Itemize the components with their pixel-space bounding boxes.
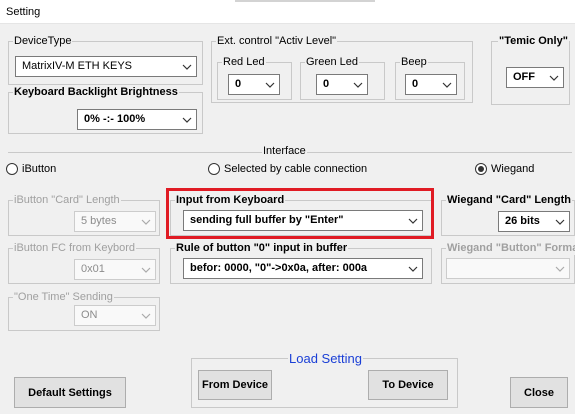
chevron-down-icon (140, 212, 152, 231)
close-button[interactable]: Close (510, 377, 568, 408)
rule-button0-value: befor: 0000, "0"->0x0a, after: 000a (190, 262, 368, 274)
load-setting-legend: Load Setting (288, 351, 364, 366)
backlight-group: Keyboard Backlight Brightness 0% -:- 100… (8, 86, 203, 134)
device-type-select[interactable]: MatrixIV-M ETH KEYS (15, 56, 197, 77)
chevron-down-icon (140, 260, 152, 279)
window-title: Setting (6, 6, 41, 18)
chevron-down-icon (554, 259, 566, 278)
ibutton-fc-select[interactable]: 0x01 (74, 259, 156, 280)
backlight-value: 0% -:- 100% (84, 113, 146, 125)
to-device-button[interactable]: To Device (368, 370, 448, 400)
green-led-select[interactable]: 0 (316, 74, 368, 95)
interface-wiegand-label: Wiegand (491, 163, 535, 175)
temic-group: "Temic Only" OFF (491, 35, 570, 105)
ibutton-fc-value: 0x01 (81, 263, 105, 275)
device-type-value: MatrixIV-M ETH KEYS (22, 60, 133, 72)
chevron-down-icon (441, 75, 453, 94)
wiegand-button-format-group: Wiegand "Button" Format (441, 242, 575, 284)
rule-button0-legend: Rule of button "0" input in buffer (175, 242, 349, 255)
one-time-group: "One Time" Sending ON (8, 291, 160, 331)
beep-legend: Beep (400, 56, 428, 69)
wiegand-card-length-group: Wiegand "Card" Length 26 bits (441, 194, 575, 236)
wiegand-card-length-select[interactable]: 26 bits (498, 211, 570, 232)
red-led-select[interactable]: 0 (228, 74, 280, 95)
ext-control-legend: Ext. control "Activ Level" (216, 35, 338, 48)
one-time-value: ON (81, 309, 98, 321)
wiegand-button-format-legend: Wiegand "Button" Format (446, 242, 575, 255)
ibutton-fc-legend: iButton FC from Keybord (13, 242, 137, 255)
device-type-group: DeviceType MatrixIV-M ETH KEYS (8, 35, 203, 85)
rule-button0-group: Rule of button "0" input in buffer befor… (170, 242, 432, 284)
chevron-down-icon (181, 110, 193, 129)
highlight-box (166, 188, 434, 239)
beep-select[interactable]: 0 (405, 74, 457, 95)
ibutton-card-length-select[interactable]: 5 bytes (74, 211, 156, 232)
green-led-legend: Green Led (305, 56, 359, 69)
chevron-down-icon (181, 57, 193, 76)
temic-value: OFF (513, 71, 535, 83)
ibutton-card-length-value: 5 bytes (81, 215, 117, 227)
load-setting-group: Load Setting From Device To Device (191, 352, 458, 408)
chevron-down-icon (554, 212, 566, 231)
ext-control-group: Ext. control "Activ Level" Red Led 0 Gre… (211, 35, 473, 103)
default-settings-button[interactable]: Default Settings (14, 377, 126, 408)
rule-button0-select[interactable]: befor: 0000, "0"->0x0a, after: 000a (183, 258, 423, 279)
wiegand-card-length-value: 26 bits (505, 215, 540, 227)
interface-ibutton-radio[interactable]: iButton (6, 163, 56, 175)
ibutton-card-length-legend: iButton "Card" Length (13, 194, 121, 207)
device-type-legend: DeviceType (13, 35, 73, 48)
one-time-select[interactable]: ON (74, 305, 156, 326)
title-bar: Setting (0, 0, 575, 24)
interface-cable-radio[interactable]: Selected by cable connection (208, 163, 367, 175)
ibutton-fc-group: iButton FC from Keybord 0x01 (8, 242, 160, 284)
chevron-down-icon (407, 259, 419, 278)
title-divider (235, 0, 375, 2)
green-led-value: 0 (323, 78, 330, 90)
interface-legend: Interface (262, 145, 307, 158)
temic-select[interactable]: OFF (506, 67, 564, 88)
red-led-legend: Red Led (222, 56, 266, 69)
chevron-down-icon (548, 68, 560, 87)
interface-ibutton-label: iButton (22, 163, 57, 175)
red-led-group: Red Led 0 (217, 56, 292, 100)
radio-selected-icon (475, 163, 487, 175)
beep-group: Beep 0 (395, 56, 465, 100)
temic-legend: "Temic Only" (498, 35, 569, 48)
backlight-select[interactable]: 0% -:- 100% (77, 109, 197, 130)
radio-icon (6, 163, 18, 175)
from-device-button[interactable]: From Device (198, 370, 272, 400)
green-led-group: Green Led 0 (300, 56, 385, 100)
beep-value: 0 (412, 78, 419, 90)
radio-icon (208, 163, 220, 175)
chevron-down-icon (352, 75, 364, 94)
wiegand-card-length-legend: Wiegand "Card" Length (446, 194, 572, 207)
backlight-legend: Keyboard Backlight Brightness (13, 86, 179, 99)
interface-cable-label: Selected by cable connection (224, 163, 368, 175)
interface-wiegand-radio[interactable]: Wiegand (475, 163, 534, 175)
ibutton-card-length-group: iButton "Card" Length 5 bytes (8, 194, 160, 236)
chevron-down-icon (264, 75, 276, 94)
one-time-legend: "One Time" Sending (13, 291, 114, 304)
wiegand-button-format-select[interactable] (446, 258, 570, 279)
chevron-down-icon (140, 306, 152, 325)
red-led-value: 0 (235, 78, 242, 90)
